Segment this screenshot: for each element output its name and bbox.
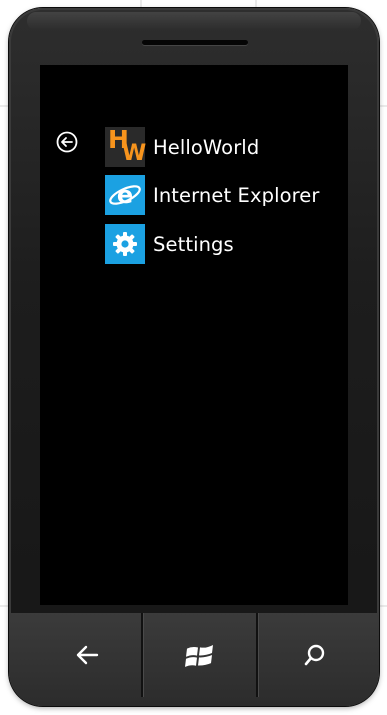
internet-explorer-icon: e xyxy=(105,175,145,215)
back-circle-icon[interactable] xyxy=(56,131,78,153)
app-label-internet-explorer: Internet Explorer xyxy=(153,183,320,207)
gear-icon xyxy=(105,224,145,264)
app-list-item-internet-explorer[interactable]: e Internet Explorer xyxy=(105,175,335,215)
phone-device: H W HelloWorld e Internet Explorer Setti… xyxy=(9,8,379,706)
hardware-search-button[interactable] xyxy=(258,613,371,697)
app-label-helloworld: HelloWorld xyxy=(153,135,260,159)
app-label-settings: Settings xyxy=(153,232,234,256)
back-arrow-icon xyxy=(76,645,98,665)
windows-logo-icon xyxy=(184,644,213,667)
search-icon xyxy=(304,644,324,666)
phone-sheen xyxy=(27,12,361,30)
hardware-start-button[interactable] xyxy=(143,613,256,697)
hardware-button-bar xyxy=(9,613,379,706)
speaker-grille xyxy=(142,40,248,45)
hardware-back-button[interactable] xyxy=(31,613,144,697)
phone-screen: H W HelloWorld e Internet Explorer Setti… xyxy=(40,65,348,605)
app-list-item-settings[interactable]: Settings xyxy=(105,224,335,264)
app-list-item-helloworld[interactable]: H W HelloWorld xyxy=(105,127,335,167)
helloworld-logo: H W xyxy=(105,127,147,167)
svg-text:e: e xyxy=(117,181,133,209)
helloworld-logo-letter-w: W xyxy=(122,141,147,166)
